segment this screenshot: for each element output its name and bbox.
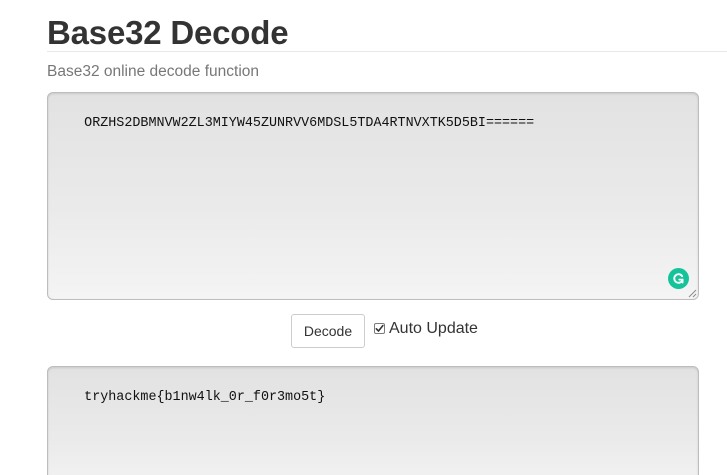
auto-update-label: Auto Update [389,320,478,337]
grammarly-g-glyph [673,273,684,284]
encoded-input-textarea[interactable]: ORZHS2DBMNVW2ZL3MIYW45ZUNRVV6MDSL5TDA4RT… [47,92,699,300]
checkmark-icon [375,324,384,332]
page: Base32 Decode Base32 online decode funct… [0,0,727,475]
page-subtitle: Base32 online decode function [47,63,259,80]
page-title: Base32 Decode [47,14,289,51]
title-divider [47,51,727,52]
decode-button[interactable]: Decode [291,314,365,348]
auto-update-checkbox[interactable] [374,322,385,334]
encoded-input-text: ORZHS2DBMNVW2ZL3MIYW45ZUNRVV6MDSL5TDA4RT… [84,116,535,131]
resize-grip-icon[interactable] [688,289,697,298]
decoded-output-textarea[interactable]: tryhackme{b1nw4lk_0r_f0r3mo5t} [47,366,699,475]
grammarly-icon[interactable] [668,268,689,289]
auto-update-toggle[interactable]: Auto Update [374,320,478,338]
decoded-output-text: tryhackme{b1nw4lk_0r_f0r3mo5t} [84,390,326,405]
